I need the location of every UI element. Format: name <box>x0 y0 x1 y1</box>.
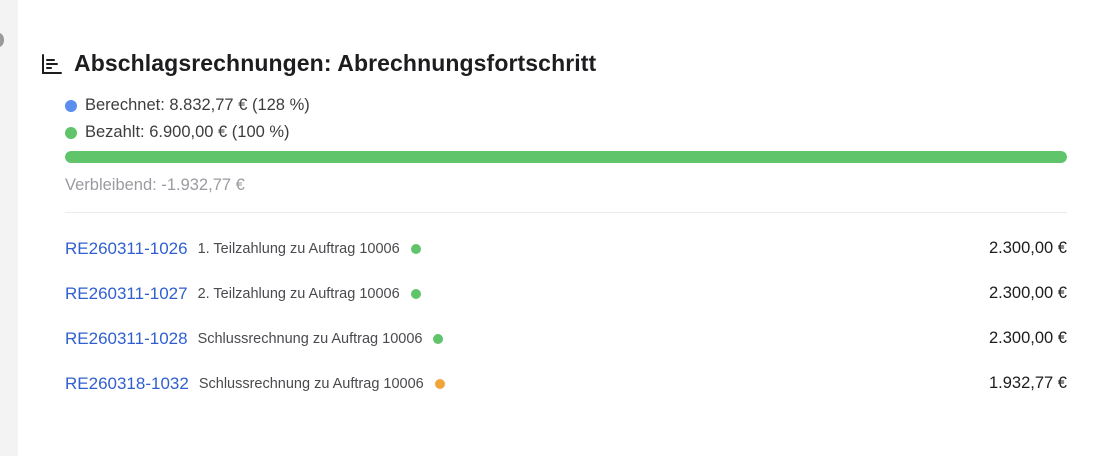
progress-fill <box>65 151 1067 163</box>
panel-header: Abschlagsrechnungen: Abrechnungsfortschr… <box>40 50 596 77</box>
invoice-description: 2. Teilzahlung zu Auftrag 10006 <box>197 285 400 302</box>
status-dot <box>410 288 421 299</box>
invoice-link[interactable]: RE260311-1027 <box>65 284 188 304</box>
legend: Berechnet: 8.832,77 € (128 %) Bezahlt: 6… <box>65 92 310 146</box>
calculated-dot <box>65 99 77 112</box>
remaining-amount: Verbleibend: -1.932,77 € <box>65 176 245 194</box>
panel-title: Abschlagsrechnungen: Abrechnungsfortschr… <box>74 50 597 76</box>
invoice-list: RE260311-1026 1. Teilzahlung zu Auftrag 1… <box>65 226 1067 406</box>
status-dot <box>434 378 445 389</box>
collapse-handle[interactable] <box>0 33 4 47</box>
divider <box>65 212 1067 213</box>
paid-label: Bezahlt: 6.900,00 € (100 %) <box>85 123 290 141</box>
calculated-label: Berechnet: 8.832,77 € (128 %) <box>85 96 310 114</box>
billing-progress-panel: Abschlagsrechnungen: Abrechnungsfortschr… <box>18 0 1114 456</box>
invoice-description: Schlussrechnung zu Auftrag 10006 <box>197 330 423 347</box>
progress-bar <box>65 151 1067 163</box>
invoice-link[interactable]: RE260318-1032 <box>65 374 189 394</box>
invoice-row: RE260311-1027 2. Teilzahlung zu Auftrag 1… <box>65 271 1067 316</box>
invoice-row: RE260311-1026 1. Teilzahlung zu Auftrag 1… <box>65 226 1067 271</box>
invoice-description: Schlussrechnung zu Auftrag 10006 <box>198 375 424 392</box>
legend-calculated: Berechnet: 8.832,77 € (128 %) <box>65 92 310 119</box>
invoice-link[interactable]: RE260311-1026 <box>65 239 188 259</box>
invoice-row: RE260311-1028 Schlussrechnung zu Auftrag … <box>65 316 1067 361</box>
bar-chart-icon <box>40 52 64 76</box>
invoice-link[interactable]: RE260311-1028 <box>65 329 188 349</box>
invoice-description: 1. Teilzahlung zu Auftrag 10006 <box>197 240 400 257</box>
invoice-amount: 2.300,00 € <box>989 239 1067 257</box>
invoice-row: RE260318-1032 Schlussrechnung zu Auftrag … <box>65 361 1067 406</box>
status-dot <box>410 243 421 254</box>
invoice-amount: 2.300,00 € <box>989 329 1067 347</box>
status-dot <box>433 333 444 344</box>
invoice-amount: 2.300,00 € <box>989 284 1067 302</box>
paid-dot <box>65 126 77 139</box>
invoice-amount: 1.932,77 € <box>989 374 1067 392</box>
legend-paid: Bezahlt: 6.900,00 € (100 %) <box>65 119 310 146</box>
